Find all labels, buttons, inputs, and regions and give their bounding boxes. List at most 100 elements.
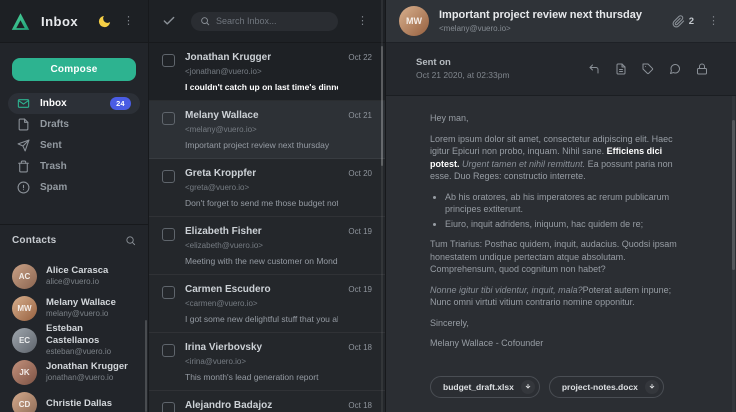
- chat-bubble-icon[interactable]: [669, 63, 681, 75]
- attachments-count-value: 2: [689, 16, 694, 27]
- contacts-title: Contacts: [12, 235, 56, 246]
- file-text-icon[interactable]: [615, 63, 627, 75]
- sidebar-item-label: Inbox: [40, 98, 67, 109]
- reader-header: MW Important project review next thursda…: [386, 0, 736, 43]
- email-checkbox[interactable]: [162, 286, 175, 299]
- email-sender-address: <jonathan@vuero.io>: [185, 67, 338, 77]
- attachments-row: budget_draft.xlsx project-notes.docx: [430, 376, 692, 398]
- email-checkbox[interactable]: [162, 402, 175, 412]
- email-date: Oct 21: [348, 111, 372, 158]
- sidebar-item-spam[interactable]: Spam: [8, 177, 140, 198]
- contact-list-item[interactable]: CD Christie Dallas: [12, 388, 136, 412]
- sidebar-item-sent[interactable]: Sent: [8, 135, 140, 156]
- sidebar-item-label: Drafts: [40, 119, 69, 130]
- email-sender-address: <carmen@vuero.io>: [185, 299, 338, 309]
- email-sender-name: Greta Kroppfer: [185, 168, 338, 181]
- sender-avatar: MW: [399, 6, 429, 36]
- email-checkbox[interactable]: [162, 54, 175, 67]
- sidebar-item-drafts[interactable]: Drafts: [8, 114, 140, 135]
- email-sender-name: Jonathan Krugger: [185, 52, 338, 65]
- email-date: Oct 18: [348, 343, 372, 390]
- email-list-scrollbar[interactable]: [381, 46, 383, 166]
- sidebar-menu-dots-icon[interactable]: ⋮: [119, 15, 138, 28]
- sidebar-item-trash[interactable]: Trash: [8, 156, 140, 177]
- email-sender-name: Carmen Escudero: [185, 284, 338, 297]
- email-checkbox[interactable]: [162, 170, 175, 183]
- email-list-column: ⋮ Jonathan Krugger <jonathan@vuero.io> I…: [149, 0, 386, 412]
- contact-list-item[interactable]: MW Melany Wallace melany@vuero.io: [12, 292, 136, 324]
- email-list-row[interactable]: Elizabeth Fisher <elizabeth@vuero.io> Me…: [149, 217, 385, 275]
- email-signature: Melany Wallace - Cofounder: [430, 337, 692, 350]
- avatar: MW: [12, 296, 37, 321]
- email-date: Oct 20: [348, 169, 372, 216]
- email-sender-name: Elizabeth Fisher: [185, 226, 338, 239]
- email-signoff: Sincerely,: [430, 317, 692, 330]
- compose-button[interactable]: Compose: [12, 58, 136, 81]
- email-list-row[interactable]: Greta Kroppfer <greta@vuero.io> Don't fo…: [149, 159, 385, 217]
- bullet-item: Ab his oratores, ab his imperatores ac r…: [445, 191, 692, 216]
- email-subject: I got some new delightful stuff that you…: [185, 314, 338, 324]
- email-paragraph: Lorem ipsum dolor sit amet, consectetur …: [430, 133, 692, 183]
- contact-list-item[interactable]: EC Esteban Castellanos esteban@vuero.io: [12, 324, 136, 356]
- attachment-filename: project-notes.docx: [562, 382, 638, 392]
- reader-actions: [588, 63, 708, 75]
- reply-icon[interactable]: [588, 63, 600, 75]
- email-sender-name: Irina Vierbovsky: [185, 342, 338, 355]
- contact-list-item[interactable]: AC Alice Carasca alice@vuero.io: [12, 260, 136, 292]
- send-icon: [17, 139, 30, 152]
- sidebar-item-inbox[interactable]: Inbox 24: [8, 93, 140, 114]
- email-list: Jonathan Krugger <jonathan@vuero.io> I c…: [149, 43, 385, 412]
- sidebar: Inbox ⋮ Compose Inbox 24 Drafts: [0, 0, 149, 412]
- avatar: EC: [12, 328, 37, 353]
- app-logo-icon: [10, 11, 31, 32]
- sidebar-item-label: Spam: [40, 182, 67, 193]
- avatar: AC: [12, 264, 37, 289]
- download-icon[interactable]: [521, 380, 535, 394]
- email-list-row[interactable]: Melany Wallace <melany@vuero.io> Importa…: [149, 101, 385, 159]
- email-list-row[interactable]: Jonathan Krugger <jonathan@vuero.io> I c…: [149, 43, 385, 101]
- avatar: JK: [12, 360, 37, 385]
- trash-icon: [17, 160, 30, 173]
- reader-scrollbar[interactable]: [732, 120, 735, 270]
- reading-pane: MW Important project review next thursda…: [386, 0, 736, 412]
- envelope-icon: [17, 97, 30, 110]
- email-checkbox[interactable]: [162, 228, 175, 241]
- email-sender-address: <greta@vuero.io>: [185, 183, 338, 193]
- contacts-section: Contacts AC Alice Carasca alice@vuero.io: [0, 224, 148, 412]
- search-input[interactable]: [216, 16, 329, 26]
- email-sender-address: <melany@vuero.io>: [185, 125, 338, 135]
- download-icon[interactable]: [645, 380, 659, 394]
- contact-name: Melany Wallace: [46, 297, 116, 309]
- email-date: Oct 22: [348, 53, 372, 100]
- email-date: Oct 19: [348, 227, 372, 274]
- email-checkbox[interactable]: [162, 112, 175, 125]
- reader-menu-dots-icon[interactable]: ⋮: [704, 15, 723, 28]
- email-sender-name: Alejandro Badajoz: [185, 400, 338, 412]
- attachment-chip[interactable]: budget_draft.xlsx: [430, 376, 540, 398]
- list-menu-dots-icon[interactable]: ⋮: [353, 15, 372, 28]
- email-paragraph: Nonne igitur tibi videntur, inquit, mala…: [430, 284, 692, 309]
- check-icon[interactable]: [162, 14, 176, 28]
- lock-icon[interactable]: [696, 63, 708, 75]
- email-paragraph: Tum Triarius: Posthac quidem, inquit, au…: [430, 238, 692, 276]
- email-list-row[interactable]: Carmen Escudero <carmen@vuero.io> I got …: [149, 275, 385, 333]
- sent-info-bar: Sent on Oct 21 2020, at 02:33pm: [386, 43, 736, 96]
- contacts-scrollbar[interactable]: [145, 320, 147, 412]
- email-title: Important project review next thursday: [439, 9, 662, 23]
- email-list-row[interactable]: Irina Vierbovsky <irina@vuero.io> This m…: [149, 333, 385, 391]
- bullet-item: Eiuro, inquit adridens, iniquum, hac qui…: [445, 218, 692, 231]
- tag-icon[interactable]: [642, 63, 654, 75]
- attachment-chip[interactable]: project-notes.docx: [549, 376, 664, 398]
- contact-list-item[interactable]: JK Jonathan Krugger jonathan@vuero.io: [12, 356, 136, 388]
- email-subject: This month's lead generation report: [185, 372, 338, 382]
- search-icon: [200, 16, 210, 26]
- email-subject: I couldn't catch up on last time's dinne…: [185, 82, 338, 92]
- search-icon[interactable]: [125, 235, 136, 246]
- moon-icon[interactable]: [97, 14, 112, 29]
- email-body: Hey man, Lorem ipsum dolor sit amet, con…: [386, 96, 736, 412]
- email-checkbox[interactable]: [162, 344, 175, 357]
- attachments-count[interactable]: 2: [672, 15, 694, 28]
- email-list-row[interactable]: Alejandro Badajoz Oct 18: [149, 391, 385, 412]
- contact-email: alice@vuero.io: [46, 277, 108, 287]
- contact-name: Christie Dallas: [46, 398, 112, 410]
